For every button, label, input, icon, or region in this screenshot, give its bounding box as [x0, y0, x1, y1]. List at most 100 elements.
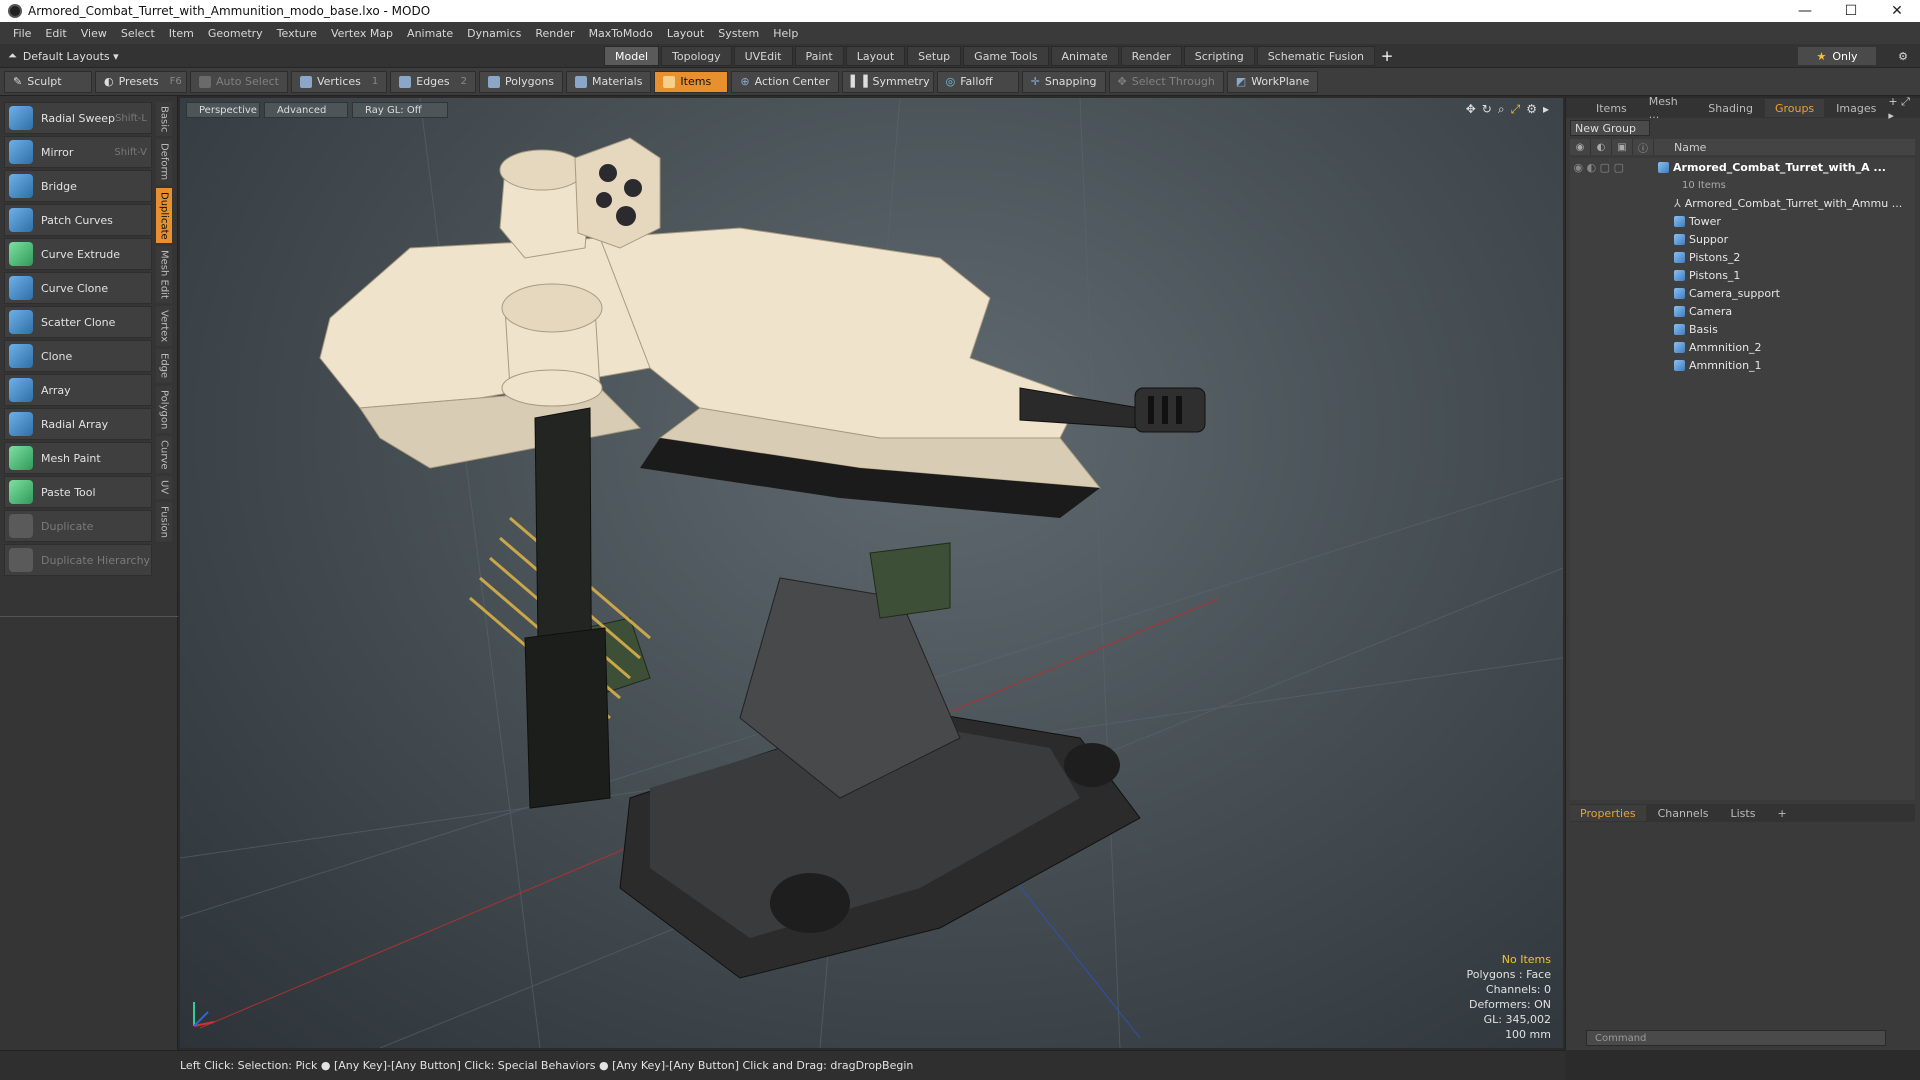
items-button[interactable]: Items: [654, 70, 729, 93]
tool-radial-sweep[interactable]: Radial Sweep Shift-L: [4, 102, 152, 134]
tab-model[interactable]: Model: [604, 46, 660, 66]
tab-layout[interactable]: Layout: [845, 46, 906, 66]
tool-curve-extrude[interactable]: Curve Extrude: [4, 238, 152, 270]
menu-render[interactable]: Render: [528, 27, 581, 40]
polygons-button[interactable]: Polygons: [479, 70, 563, 93]
action-center-button[interactable]: ⊕ Action Center: [731, 70, 839, 93]
tab-topology[interactable]: Topology: [661, 46, 732, 66]
menu-layout[interactable]: Layout: [660, 27, 711, 40]
tree-row-item[interactable]: Pistons_1: [1570, 266, 1915, 284]
tree-row-item[interactable]: Pistons_2: [1570, 248, 1915, 266]
tab-properties[interactable]: Properties: [1570, 805, 1646, 821]
3d-viewport[interactable]: Perspective Advanced Ray GL: Off ✥ ↻ ⌕ ⤢…: [180, 98, 1563, 1048]
only-toggle[interactable]: ★ Only: [1798, 47, 1876, 65]
vtab-basic[interactable]: Basic: [156, 102, 172, 137]
tab-images[interactable]: Images: [1826, 99, 1886, 117]
tab-groups[interactable]: Groups: [1764, 99, 1825, 117]
viewport-gear-icon[interactable]: ⚙: [1526, 102, 1537, 117]
menu-dynamics[interactable]: Dynamics: [460, 27, 528, 40]
vtab-duplicate[interactable]: Duplicate: [156, 187, 172, 244]
tab-shading[interactable]: Shading: [1698, 99, 1763, 117]
tree-row-item[interactable]: ⅄ Armored_Combat_Turret_with_Ammu ...: [1570, 194, 1915, 212]
tool-scatter-clone[interactable]: Scatter Clone: [4, 306, 152, 338]
close-button[interactable]: ✕: [1874, 0, 1920, 22]
tab-schematic-fusion[interactable]: Schematic Fusion: [1256, 46, 1376, 66]
tab-animate[interactable]: Animate: [1050, 46, 1119, 66]
tab-game-tools[interactable]: Game Tools: [963, 46, 1049, 66]
tab-setup[interactable]: Setup: [907, 46, 962, 66]
menu-help[interactable]: Help: [766, 27, 805, 40]
vertices-button[interactable]: Vertices 1: [290, 70, 388, 93]
edges-button[interactable]: Edges 2: [390, 70, 477, 93]
materials-button[interactable]: Materials: [566, 70, 652, 93]
rotate-icon[interactable]: ↻: [1482, 102, 1492, 117]
presets-button[interactable]: ◐ Presets F6: [95, 70, 187, 93]
tree-row-item[interactable]: Camera: [1570, 302, 1915, 320]
vtab-mesh-edit[interactable]: Mesh Edit: [156, 246, 172, 304]
pan-icon[interactable]: ✥: [1466, 102, 1476, 117]
tool-patch-curves[interactable]: Patch Curves: [4, 204, 152, 236]
tab-mesh[interactable]: Mesh ...: [1639, 95, 1696, 121]
tab-uvedit[interactable]: UVEdit: [733, 46, 793, 66]
tab-paint[interactable]: Paint: [794, 46, 844, 66]
tool-clone[interactable]: Clone: [4, 340, 152, 372]
lock-icon[interactable]: ▣: [1612, 139, 1633, 155]
tool-bridge[interactable]: Bridge: [4, 170, 152, 202]
tree-row-root[interactable]: ◉ ◐ ▢ ▢ Armored_Combat_Turret_with_A ...: [1570, 158, 1915, 176]
menu-animate[interactable]: Animate: [400, 27, 460, 40]
tree-row-item[interactable]: Basis: [1570, 320, 1915, 338]
vtab-uv[interactable]: UV: [156, 476, 172, 499]
new-group-button[interactable]: New Group: [1570, 120, 1650, 136]
shading-mode-dropdown[interactable]: Advanced: [264, 102, 348, 118]
tool-radial-array[interactable]: Radial Array: [4, 408, 152, 440]
ray-gl-toggle[interactable]: Ray GL: Off: [352, 102, 448, 118]
tree-row-item[interactable]: Camera_support: [1570, 284, 1915, 302]
tool-mesh-paint[interactable]: Mesh Paint: [4, 442, 152, 474]
menu-edit[interactable]: Edit: [38, 27, 73, 40]
vtab-polygon[interactable]: Polygon: [156, 385, 172, 433]
menu-file[interactable]: File: [6, 27, 38, 40]
perspective-dropdown[interactable]: Perspective: [186, 102, 260, 118]
panel-options-icon[interactable]: + ⤢ ▸: [1888, 95, 1920, 122]
sculpt-button[interactable]: ✎ Sculpt: [4, 70, 92, 93]
menu-item[interactable]: Item: [162, 27, 201, 40]
menu-vertex-map[interactable]: Vertex Map: [324, 27, 400, 40]
menu-view[interactable]: View: [74, 27, 114, 40]
vtab-edge[interactable]: Edge: [156, 349, 172, 383]
add-panel-tab-icon[interactable]: +: [1767, 805, 1796, 821]
tab-render[interactable]: Render: [1120, 46, 1182, 66]
tree-row-item[interactable]: Suppor: [1570, 230, 1915, 248]
tree-row-item[interactable]: Ammnition_2: [1570, 338, 1915, 356]
vtab-curve[interactable]: Curve: [156, 435, 172, 474]
menu-system[interactable]: System: [711, 27, 766, 40]
layouts-dropdown[interactable]: ⏶ Default Layouts ▾: [8, 47, 119, 65]
tab-scripting[interactable]: Scripting: [1183, 46, 1255, 66]
falloff-button[interactable]: ◎ Falloff: [936, 70, 1019, 93]
workplane-button[interactable]: ◩ WorkPlane: [1226, 70, 1319, 93]
tool-mirror[interactable]: Mirror Shift-V: [4, 136, 152, 168]
command-input[interactable]: Command: [1586, 1030, 1886, 1046]
auto-select-button[interactable]: Auto Select: [190, 70, 288, 93]
render-icon[interactable]: ◐: [1591, 139, 1612, 155]
tab-lists[interactable]: Lists: [1721, 805, 1766, 821]
select-through-button[interactable]: ✥ Select Through: [1108, 70, 1224, 93]
fit-icon[interactable]: ⤢: [1511, 102, 1521, 117]
menu-geometry[interactable]: Geometry: [201, 27, 270, 40]
tool-duplicate-hierarchy[interactable]: Duplicate Hierarchy: [4, 544, 152, 576]
vtab-vertex[interactable]: Vertex: [156, 306, 172, 347]
tool-duplicate[interactable]: Duplicate: [4, 510, 152, 542]
tree-row-item[interactable]: Ammnition_1: [1570, 356, 1915, 374]
symmetry-button[interactable]: ▌▐ Symmetry: [841, 70, 934, 93]
zoom-icon[interactable]: ⌕: [1498, 102, 1505, 117]
expand-arrow-icon[interactable]: ▸: [1543, 102, 1549, 117]
visibility-eye-icon[interactable]: ◉: [1570, 139, 1591, 155]
vtab-fusion[interactable]: Fusion: [156, 501, 172, 542]
snapping-button[interactable]: ✛ Snapping: [1021, 70, 1106, 93]
tab-channels[interactable]: Channels: [1648, 805, 1719, 821]
tool-array[interactable]: Array: [4, 374, 152, 406]
maximize-button[interactable]: ☐: [1828, 0, 1874, 22]
minimize-button[interactable]: —: [1782, 0, 1828, 22]
gear-icon[interactable]: ⚙: [1894, 47, 1912, 65]
vtab-deform[interactable]: Deform: [156, 139, 172, 185]
add-tab-button[interactable]: +: [1377, 46, 1397, 66]
